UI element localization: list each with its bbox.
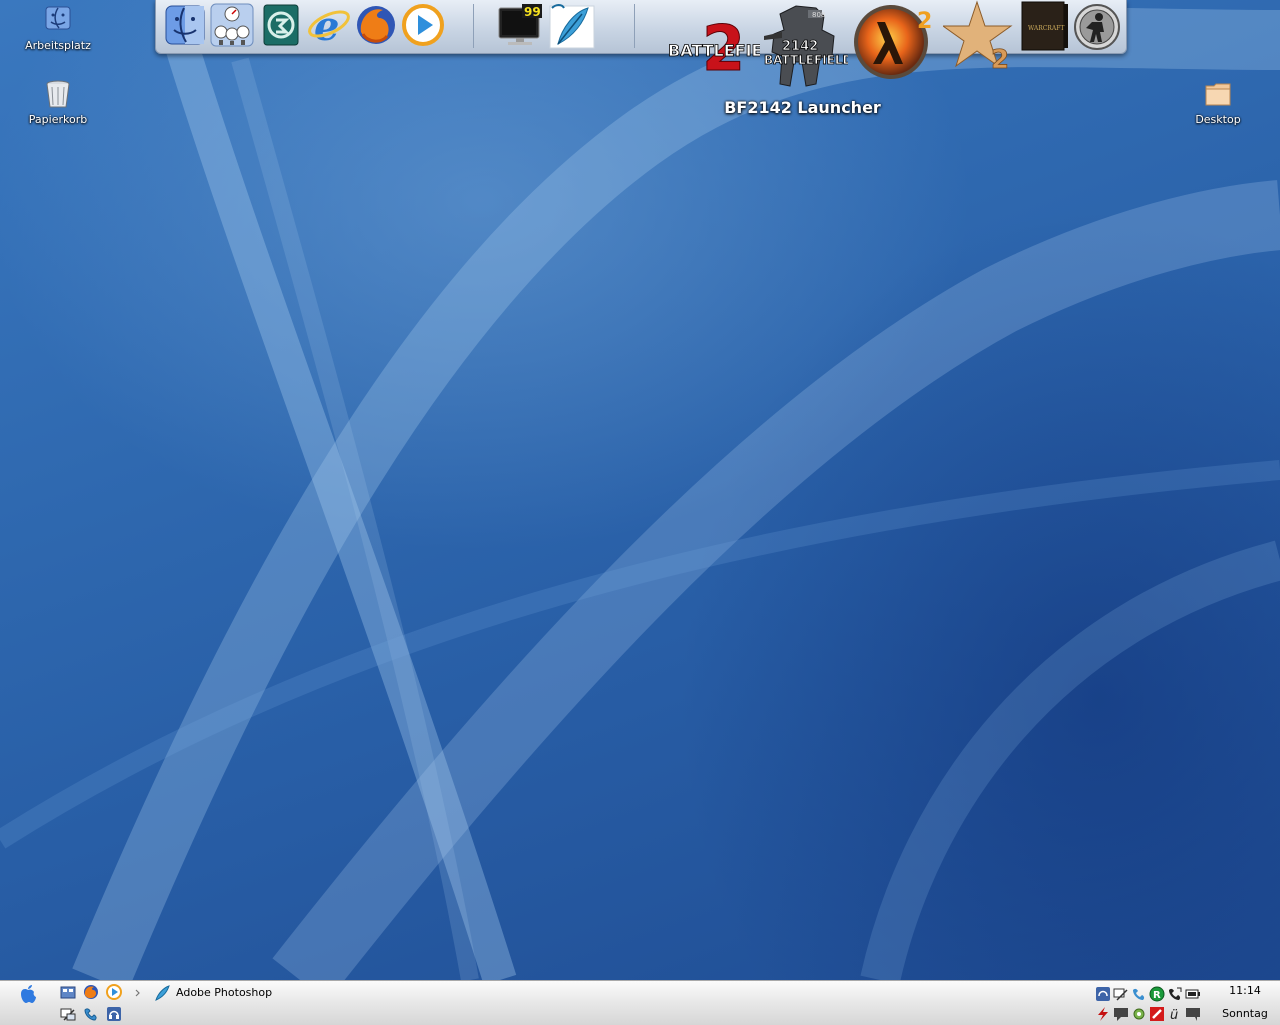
bf2142-text-bottom: BATTLEFIELD xyxy=(764,53,848,67)
show-desktop-icon[interactable] xyxy=(60,985,76,1001)
desktop-icon-desktop[interactable]: Desktop xyxy=(1178,78,1258,126)
dock-item-starcraft-2[interactable]: 2 xyxy=(941,0,1015,75)
dock-item-battlefield-2[interactable]: 2 BATTLEFIELD xyxy=(666,0,787,86)
warcraft-text: WARCRAFT xyxy=(1028,25,1064,32)
apple-icon[interactable] xyxy=(18,984,38,1004)
bf2142-text-top: 2142 xyxy=(782,39,818,54)
folder-icon xyxy=(1205,83,1231,106)
dock-separator xyxy=(473,4,474,48)
phone-icon[interactable] xyxy=(83,1006,99,1022)
dock-tooltip: BF2142 Launcher xyxy=(724,98,881,117)
taskbar: Adobe Photoshop R ü 11:14 Sonntag xyxy=(0,980,1280,1025)
chevron-right-icon[interactable] xyxy=(133,985,143,1001)
dock-item-world-of-warcraft[interactable]: WARCRAFT xyxy=(1018,0,1070,52)
svg-text:e: e xyxy=(314,3,339,48)
play-icon[interactable] xyxy=(106,984,122,1000)
battlefield2-text: BATTLEFIELD xyxy=(668,41,760,60)
call-icon[interactable] xyxy=(1167,986,1183,1002)
svg-text:ü: ü xyxy=(1170,1008,1178,1022)
svg-text:R: R xyxy=(1153,990,1161,1001)
dock-item-photoshop[interactable] xyxy=(548,2,595,49)
flash-icon[interactable] xyxy=(1095,1006,1111,1022)
desktop[interactable]: Arbeitsplatz Papierkorb Desktop e 99 2 B… xyxy=(0,0,1280,980)
network-icon[interactable] xyxy=(60,1006,76,1022)
dock-item-internet-explorer[interactable]: e xyxy=(306,2,352,50)
phone-icon[interactable] xyxy=(1131,986,1147,1002)
firefox-icon xyxy=(357,6,395,44)
feather-icon xyxy=(549,4,595,49)
dock-item-system-monitor[interactable] xyxy=(209,2,255,48)
finder-icon xyxy=(165,5,205,45)
desktop-icon-papierkorb[interactable]: Papierkorb xyxy=(18,78,98,126)
3dsmax-icon xyxy=(263,4,299,46)
dock-separator xyxy=(634,4,635,48)
star-icon: 2 xyxy=(941,0,1013,75)
dock-item-counter-strike[interactable] xyxy=(1072,2,1122,52)
clock-day: Sonntag xyxy=(1222,1007,1268,1020)
battlefield2142-icon: 808 2142 BATTLEFIELD xyxy=(764,5,853,87)
monitor-badge: 99 xyxy=(524,5,541,19)
message-icon[interactable] xyxy=(1185,1006,1201,1022)
monitor-icon: 99 xyxy=(498,4,542,45)
desktop-icon-label: Desktop xyxy=(1195,113,1241,126)
clock-time[interactable]: 11:14 xyxy=(1215,984,1275,997)
dock-item-display-monitor[interactable]: 99 xyxy=(496,2,542,48)
antivirus-icon[interactable] xyxy=(1149,1006,1165,1022)
desktop-icon-arbeitsplatz[interactable]: Arbeitsplatz xyxy=(18,4,98,52)
settings-icon[interactable] xyxy=(1131,1006,1147,1022)
firefox-icon[interactable] xyxy=(83,984,99,1000)
dock-item-battlefield-2142[interactable]: 808 2142 BATTLEFIELD xyxy=(762,0,853,92)
headset-icon[interactable] xyxy=(106,1006,122,1022)
battery-icon[interactable] xyxy=(1185,986,1201,1002)
desktop-icon-label: Arbeitsplatz xyxy=(25,39,91,52)
ie-icon: e xyxy=(308,3,350,50)
dock-item-finder[interactable] xyxy=(162,2,208,48)
wallpaper-swooshes xyxy=(0,7,1280,980)
chat-icon[interactable] xyxy=(1113,1006,1129,1022)
gauges-icon xyxy=(210,3,254,47)
u-icon[interactable]: ü xyxy=(1167,1006,1183,1022)
task-label: Adobe Photoshop xyxy=(176,986,273,999)
trash-icon xyxy=(46,80,70,108)
halflife2-digit: 2 xyxy=(917,9,932,34)
desktop-icon-label: Papierkorb xyxy=(28,113,88,126)
mech-tag: 808 xyxy=(812,11,825,19)
play-icon xyxy=(402,4,444,46)
starcraft-digit: 2 xyxy=(991,45,1009,74)
dock-item-half-life-2[interactable]: 2 xyxy=(851,0,941,90)
headset-icon[interactable] xyxy=(1095,986,1111,1002)
task-adobe-photoshop[interactable]: Adobe Photoshop xyxy=(152,983,302,1003)
feather-icon xyxy=(155,985,170,1001)
dock: e 99 2 BATTLEFIE 808 2142 BATTLEFIELD 2 … xyxy=(155,0,1127,87)
dock-item-media-player[interactable] xyxy=(400,2,446,48)
dock-item-3ds-max[interactable] xyxy=(258,2,304,48)
warcraft-box-icon: WARCRAFT xyxy=(1021,1,1068,51)
computer-icon xyxy=(45,6,71,30)
network-icon[interactable] xyxy=(1113,986,1129,1002)
dock-item-firefox[interactable] xyxy=(353,2,399,48)
battlefield2-icon: 2 BATTLEFIELD xyxy=(668,12,787,86)
r-icon[interactable]: R xyxy=(1149,986,1165,1002)
counterstrike-icon xyxy=(1074,4,1120,50)
halflife2-icon: 2 xyxy=(854,5,932,79)
